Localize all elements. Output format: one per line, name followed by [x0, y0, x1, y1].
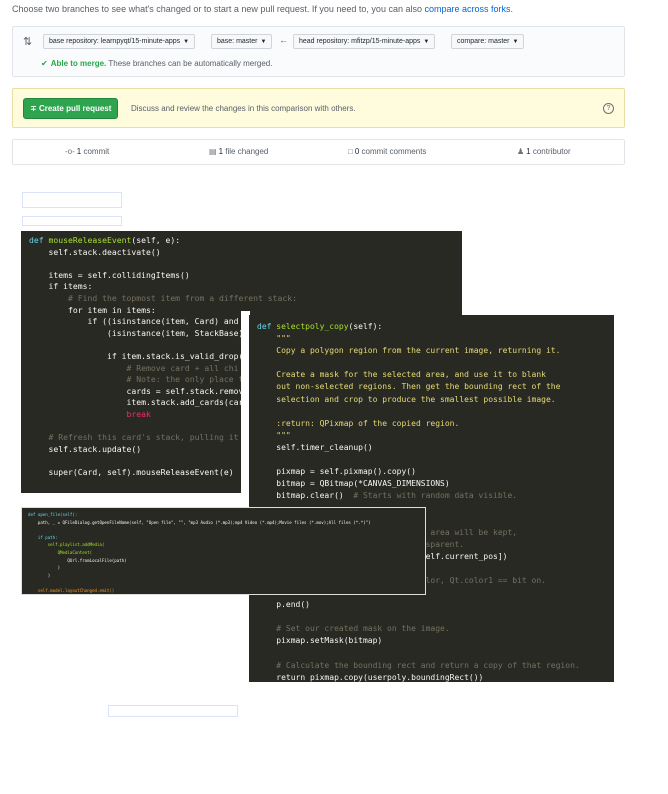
git-compare-icon: ⇅ [23, 36, 33, 48]
chevron-down-icon: ▼ [512, 39, 519, 45]
base-branch-select[interactable]: base: master ▼ [211, 34, 273, 49]
commits-tab[interactable]: -o- 1 commit [65, 147, 109, 156]
files-changed-tab[interactable]: ▤ 1 file changed [209, 147, 268, 156]
chevron-down-icon: ▼ [423, 39, 430, 45]
comments-label: commit comments [359, 147, 427, 156]
head-repository-select[interactable]: head repository: mfitzp/15-minute-apps ▼ [293, 34, 436, 49]
compare-branch-label: compare: master [457, 38, 510, 45]
create-pr-box: ∓ Create pull request Discuss and review… [12, 88, 625, 128]
people-icon: ♟ [517, 147, 525, 156]
compare-intro: Choose two branches to see what's change… [12, 4, 513, 14]
code-screenshot-selectpoly-copy: def selectpoly_copy(self): """ Copy a po… [249, 315, 614, 682]
comment-icon: □ [348, 147, 353, 156]
create-pr-label: Create pull request [38, 104, 112, 113]
base-repository-select[interactable]: base repository: learnpyqt/15-minute-app… [43, 34, 196, 49]
overall-summary: -o- 1 commit ▤ 1 file changed □ 0 commit co… [12, 139, 625, 165]
ghost-highlight [108, 705, 238, 717]
commits-label: commit [81, 147, 110, 156]
merge-text: These branches can be automatically merg… [106, 59, 273, 68]
code-screenshot-open-file: def open_file(self): path, _ = QFileDial… [21, 507, 426, 595]
merge-ok-text: Able to merge. [50, 59, 107, 68]
merge-status: ✔ Able to merge. These branches can be au… [41, 59, 272, 68]
contributors-label: contributor [530, 147, 571, 156]
check-icon: ✔ [41, 59, 48, 68]
base-branch-label: base: master [217, 38, 258, 45]
ghost-highlight [22, 216, 122, 226]
chevron-down-icon: ▼ [183, 39, 190, 45]
contributors-tab[interactable]: ♟ 1 contributor [517, 147, 571, 156]
create-pull-request-button[interactable]: ∓ Create pull request [23, 98, 119, 119]
compare-branch-select[interactable]: compare: master ▼ [451, 34, 525, 49]
commit-comments-tab[interactable]: □ 0 commit comments [348, 147, 426, 156]
range-editor: ⇅ base repository: learnpyqt/15-minute-a… [12, 26, 625, 77]
pr-description: Discuss and review the changes in this c… [131, 104, 356, 113]
question-icon[interactable]: ? [603, 103, 614, 114]
files-label: file changed [223, 147, 269, 156]
intro-end: . [510, 4, 514, 14]
git-pull-request-icon: ∓ [30, 104, 39, 113]
code-block: def open_file(self): path, _ = QFileDial… [28, 512, 371, 593]
base-repository-label: base repository: learnpyqt/15-minute-app… [49, 38, 181, 45]
compare-across-forks-link[interactable]: compare across forks [424, 4, 510, 14]
arrow-left-icon: ← [279, 35, 288, 45]
head-repository-label: head repository: mfitzp/15-minute-apps [299, 38, 421, 45]
ghost-highlight [22, 192, 122, 208]
chevron-down-icon: ▼ [260, 39, 267, 45]
code-block: def selectpoly_copy(self): """ Copy a po… [257, 322, 580, 682]
intro-text: Choose two branches to see what's change… [12, 4, 425, 14]
file-diff-icon: ▤ [209, 147, 217, 156]
commit-icon: -o- [65, 147, 75, 156]
